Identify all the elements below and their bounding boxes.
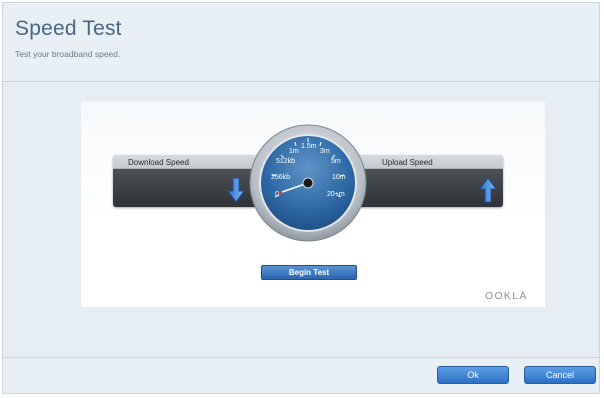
- speed-test-window: Speed Test Test your broadband speed. Do…: [2, 2, 600, 394]
- ok-button[interactable]: Ok: [437, 366, 509, 384]
- gauge-tick-1-5m: 1.5m: [301, 143, 317, 150]
- gauge-tick-3m: 3m: [320, 148, 330, 155]
- arrow-down-icon: [227, 177, 245, 203]
- gauge-tick-512kb: 512kb: [276, 158, 295, 165]
- page-title: Speed Test: [15, 17, 122, 40]
- content-area: Download Speed Upload Speed 0 256kb 512k…: [3, 82, 599, 360]
- gauge-tick-5m: 5m: [331, 158, 341, 165]
- ookla-logo: OOKLA: [485, 290, 528, 302]
- arrow-up-icon: [479, 177, 497, 203]
- speed-test-panel: Download Speed Upload Speed 0 256kb 512k…: [81, 101, 545, 307]
- cancel-button[interactable]: Cancel: [524, 366, 596, 384]
- upload-speed-label: Upload Speed: [382, 158, 433, 167]
- gauge-tick-0: 0: [275, 191, 279, 198]
- begin-test-button[interactable]: Begin Test: [261, 265, 357, 280]
- gauge-tick-256kb: 256kb: [271, 174, 290, 181]
- speed-gauge: 0 256kb 512kb 1m 1.5m 3m 5m 10m 20+m: [249, 124, 367, 242]
- page-subtitle: Test your broadband speed.: [15, 49, 121, 59]
- gauge-tick-20m: 20+m: [327, 191, 345, 198]
- page-header: Speed Test Test your broadband speed.: [3, 3, 599, 82]
- gauge-tick-1m: 1m: [289, 148, 299, 155]
- gauge-tick-10m: 10m: [332, 174, 346, 181]
- download-speed-label: Download Speed: [128, 158, 189, 167]
- page-footer: Ok Cancel: [3, 357, 599, 393]
